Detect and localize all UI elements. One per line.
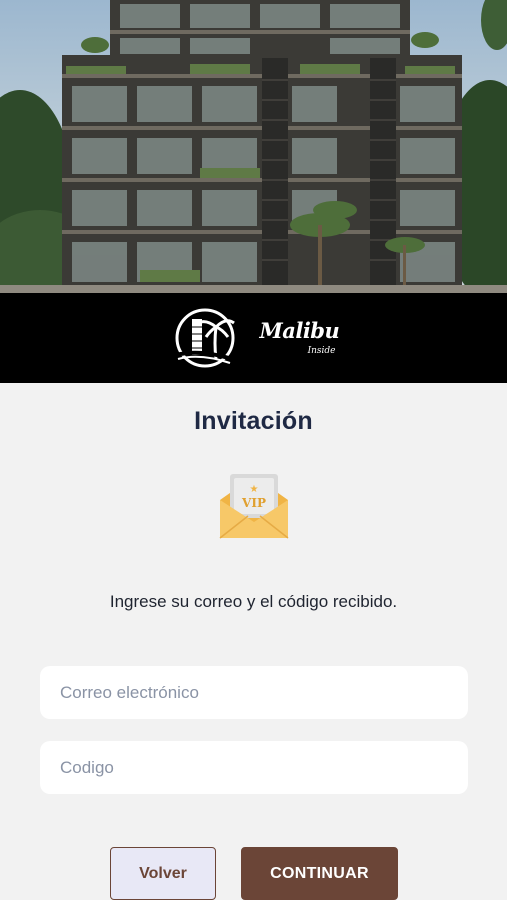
brand-tagline: Inside <box>307 346 336 356</box>
back-button[interactable]: Volver <box>110 847 216 900</box>
palm-building-logo-icon <box>175 308 235 368</box>
brand-logo-text: Malibu Inside <box>259 316 340 360</box>
svg-text:VIP: VIP <box>241 496 266 510</box>
svg-text:★: ★ <box>250 484 259 495</box>
instructions-text: Ingrese su correo y el código recibido. <box>109 592 398 611</box>
building-hero-image <box>0 0 507 293</box>
email-field[interactable] <box>40 666 468 719</box>
brand-name: Malibu <box>259 318 340 343</box>
vip-envelope-icon: ★ VIP <box>219 474 289 539</box>
continue-button[interactable]: CONTINUAR <box>241 847 398 900</box>
page-title: Invitación <box>194 407 313 435</box>
code-field[interactable] <box>40 741 468 794</box>
building-render <box>0 0 507 293</box>
invitation-screen: Malibu Inside Invitación ★ VIP Ingrese s… <box>0 0 507 900</box>
brand-header: Malibu Inside <box>0 293 507 383</box>
